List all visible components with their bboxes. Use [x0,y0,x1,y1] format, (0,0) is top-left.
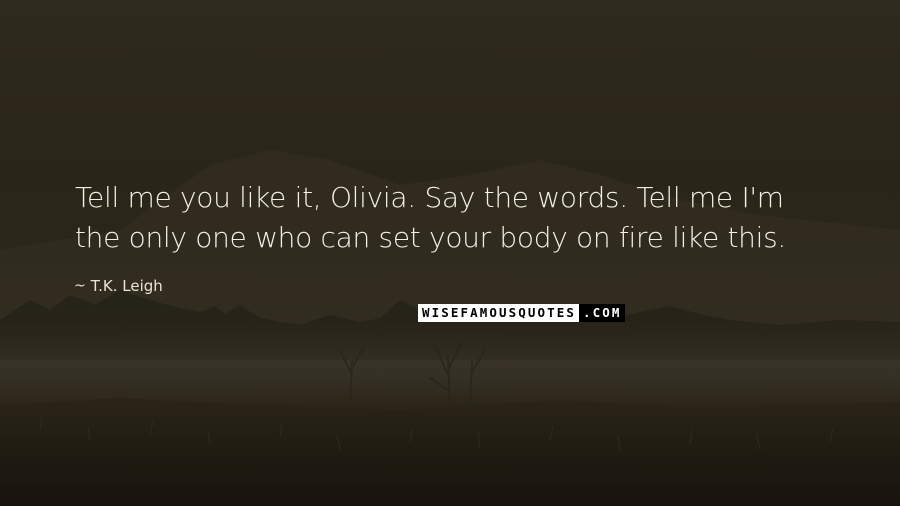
watermark-logo-light: WISEFAMOUSQUOTES [418,304,580,322]
author-name: T.K. Leigh [90,277,163,295]
author-attribution: ~ T.K. Leigh [74,276,163,296]
quote-image: Tell me you like it, Olivia. Say the wor… [0,0,900,506]
tilde-icon: ~ [74,278,86,294]
quote-line-2: the only one who can set your body on fi… [75,221,786,254]
quote-line-1: Tell me you like it, Olivia. Say the wor… [75,181,784,214]
watermark-logo-dark: .COM [579,304,625,322]
watermark-logo: WISEFAMOUSQUOTES .COM [418,304,625,322]
foreground-field [0,398,900,506]
quote-text: Tell me you like it, Olivia. Say the wor… [75,178,875,258]
